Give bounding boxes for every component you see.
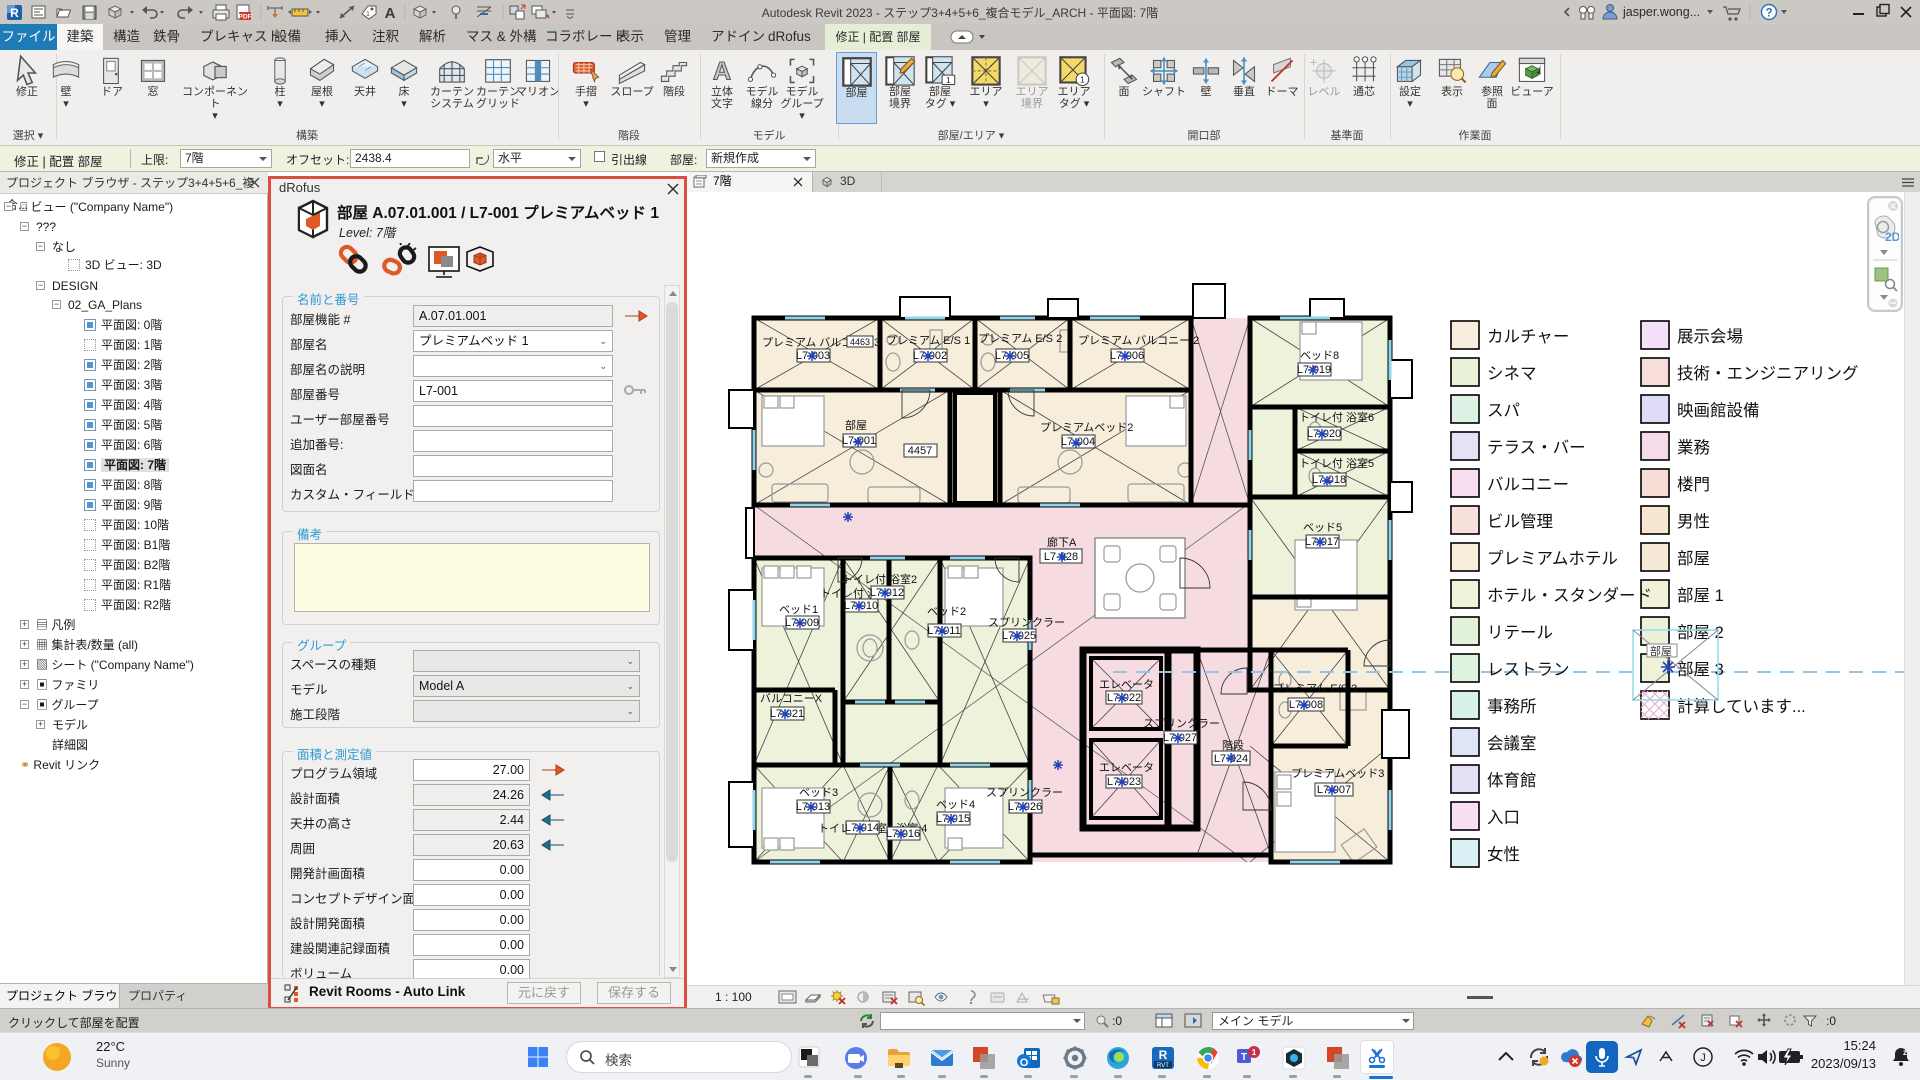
svg-text:トイレ付 浴室2: トイレ付 浴室2 bbox=[842, 572, 917, 586]
svg-text:部屋: 部屋 bbox=[1677, 549, 1710, 568]
svg-text:スプリンクラー: スプリンクラー bbox=[986, 786, 1063, 799]
svg-text:廊下A: 廊下A bbox=[1047, 535, 1077, 549]
svg-text:部屋 2: 部屋 2 bbox=[1677, 623, 1724, 642]
svg-text:ベッド1: ベッド1 bbox=[779, 604, 818, 616]
svg-text:ビル管理: ビル管理 bbox=[1487, 512, 1553, 531]
svg-text:会議室: 会議室 bbox=[1487, 734, 1537, 753]
svg-text:リテール: リテール bbox=[1487, 624, 1553, 642]
svg-text:技術・エンジニアリング: 技術・エンジニアリング bbox=[1677, 364, 1859, 383]
svg-text:ベッド2: ベッド2 bbox=[927, 606, 966, 618]
svg-text:T: T bbox=[1241, 1052, 1247, 1063]
svg-text:エレベータ: エレベータ bbox=[1099, 678, 1154, 691]
svg-text:スパ: スパ bbox=[1487, 402, 1520, 420]
svg-text:エレベータ: エレベータ bbox=[1099, 761, 1154, 774]
svg-text:レストラン: レストラン bbox=[1487, 661, 1570, 679]
svg-text:O: O bbox=[1020, 1057, 1029, 1069]
svg-text:バルコニー: バルコニー bbox=[1487, 476, 1569, 494]
svg-text:z: z bbox=[1903, 1048, 1907, 1057]
svg-text:業務: 業務 bbox=[1677, 438, 1711, 457]
svg-text:2D: 2D bbox=[1885, 230, 1899, 244]
svg-text:jasper.wong...: jasper.wong... bbox=[1622, 5, 1700, 19]
svg-text:映画館設備: 映画館設備 bbox=[1677, 401, 1760, 420]
svg-text:ベッド8: ベッド8 bbox=[1300, 350, 1339, 362]
svg-text:階段: 階段 bbox=[1222, 738, 1244, 752]
svg-text:4457: 4457 bbox=[908, 445, 932, 457]
svg-text:プレミアムベッド3: プレミアムベッド3 bbox=[1291, 767, 1384, 780]
svg-text:ベッド3: ベッド3 bbox=[799, 787, 838, 799]
svg-text:テラス・バー: テラス・バー bbox=[1487, 439, 1586, 457]
svg-text:プレミアム E/S 2: プレミアム E/S 2 bbox=[978, 332, 1062, 345]
svg-text:女性: 女性 bbox=[1487, 845, 1520, 864]
svg-text:トイレ付 浴室5: トイレ付 浴室5 bbox=[1299, 456, 1374, 470]
svg-text:1: 1 bbox=[1252, 1047, 1257, 1057]
svg-text:ベッド4: ベッド4 bbox=[936, 799, 975, 811]
svg-text:1: 1 bbox=[946, 75, 951, 85]
svg-text:R: R bbox=[1159, 1048, 1168, 1062]
svg-text:J: J bbox=[1700, 1052, 1706, 1064]
svg-text:シネマ: シネマ bbox=[1487, 364, 1537, 383]
svg-text:部屋: 部屋 bbox=[1650, 644, 1672, 658]
svg-text:部屋: 部屋 bbox=[845, 418, 867, 432]
svg-text:体育館: 体育館 bbox=[1487, 771, 1537, 790]
svg-text:プレミアムホテル: プレミアムホテル bbox=[1487, 549, 1618, 568]
svg-text:バルコニーX: バルコニーX bbox=[760, 692, 823, 705]
svg-text:RVT: RVT bbox=[1157, 1063, 1169, 1069]
svg-text:楼門: 楼門 bbox=[1677, 475, 1710, 494]
svg-text:A: A bbox=[713, 57, 731, 85]
svg-text:カルチャー: カルチャー bbox=[1487, 328, 1569, 346]
svg-text:?: ? bbox=[1765, 8, 1772, 20]
svg-text:入口: 入口 bbox=[1487, 809, 1520, 827]
svg-text:ベッド5: ベッド5 bbox=[1303, 522, 1342, 534]
svg-text:事務所: 事務所 bbox=[1487, 697, 1537, 716]
svg-text:プレミアムベッド2: プレミアムベッド2 bbox=[1040, 421, 1133, 434]
svg-text:スプリンクラー: スプリンクラー bbox=[988, 616, 1065, 629]
svg-text:プレミアム E/S 1: プレミアム E/S 1 bbox=[886, 334, 970, 347]
svg-text:プレミアム バルコニー 2: プレミアム バルコニー 2 bbox=[1078, 334, 1199, 347]
svg-text:トイレ付 浴室6: トイレ付 浴室6 bbox=[1299, 410, 1374, 424]
svg-text:1: 1 bbox=[1080, 74, 1085, 84]
svg-text:スプリンクラー: スプリンクラー bbox=[1143, 717, 1220, 730]
svg-text:ホテル・スタンダード: ホテル・スタンダード bbox=[1487, 586, 1652, 605]
svg-text:プレミアム E/S 3: プレミアム E/S 3 bbox=[1273, 682, 1357, 695]
svg-text:男性: 男性 bbox=[1677, 512, 1710, 531]
svg-text:部屋 1: 部屋 1 bbox=[1677, 586, 1724, 605]
svg-text:4463: 4463 bbox=[850, 337, 870, 347]
svg-text:部屋 3: 部屋 3 bbox=[1677, 660, 1724, 679]
svg-text:展示会場: 展示会場 bbox=[1677, 327, 1743, 346]
